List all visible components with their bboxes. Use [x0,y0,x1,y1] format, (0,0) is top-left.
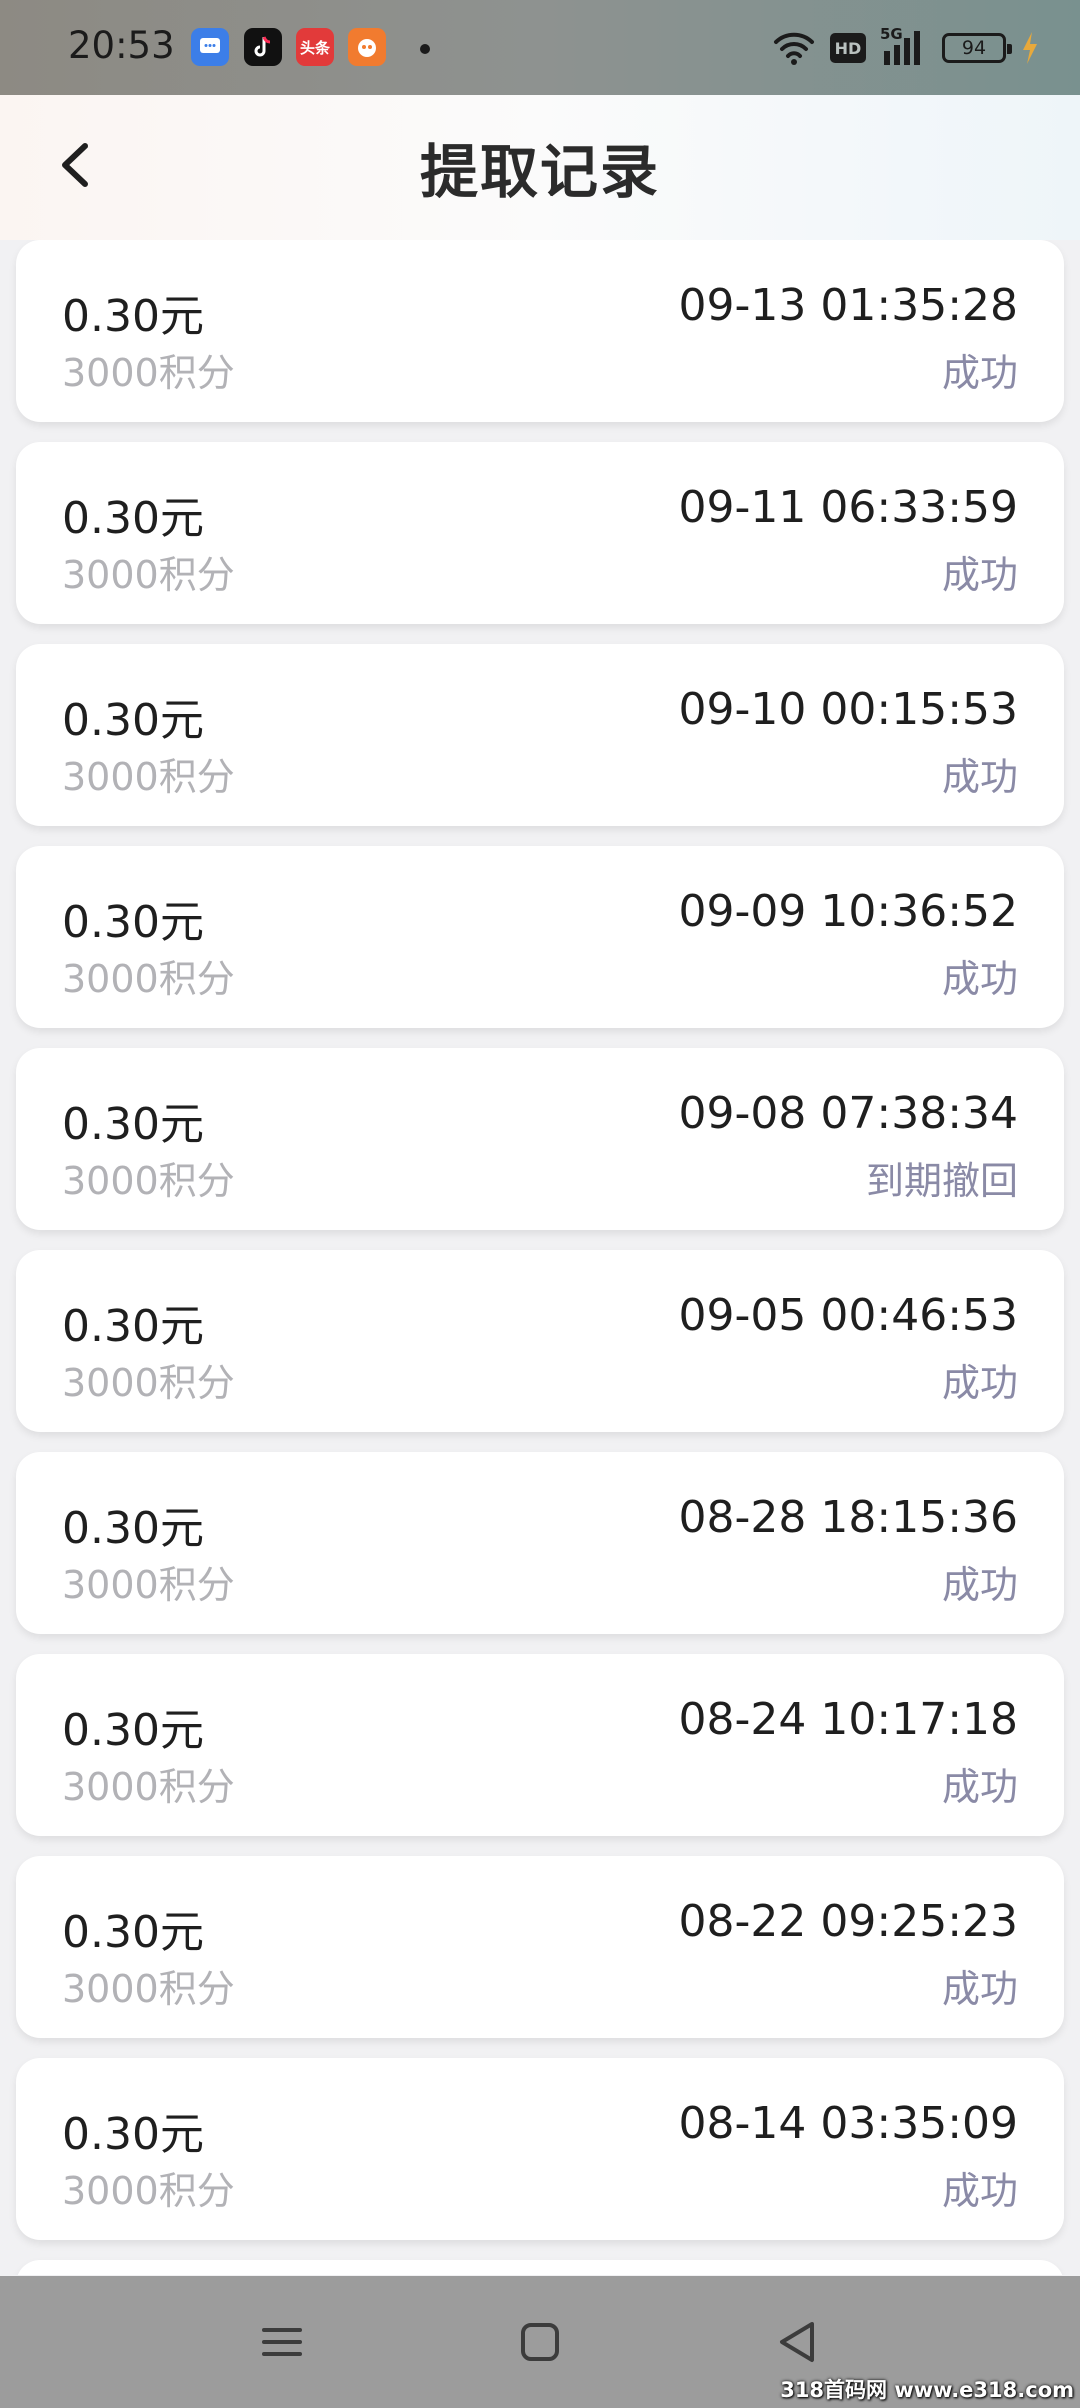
menu-icon[interactable] [254,2314,310,2370]
record-item[interactable]: 0.30元 3000积分 09-10 00:15:53 成功 [16,644,1064,826]
toutiao-icon: 头条 [296,28,334,66]
system-nav-bar: 318首码网 www.e318.com [0,2276,1080,2408]
record-time: 09-10 00:15:53 [678,684,1018,735]
record-item[interactable]: 0.30元 3000积分 08-28 18:15:36 成功 [16,1452,1064,1634]
record-status: 成功 [941,1765,1018,1809]
record-status: 成功 [941,351,1018,395]
record-time: 08-28 18:15:36 [678,1492,1018,1543]
withdrawal-record-list[interactable]: 0.30元 3000积分 09-13 01:35:28 成功 0.30元 300… [0,240,1080,2275]
record-amount: 0.30元 [62,1301,204,1352]
home-icon[interactable] [512,2314,568,2370]
record-item[interactable]: 0.30元 3000积分 08-22 09:25:23 成功 [16,1856,1064,2038]
record-points: 3000积分 [62,1563,235,1607]
record-points: 3000积分 [62,1361,235,1405]
message-app-icon [191,28,229,66]
back-triangle-icon[interactable] [770,2314,826,2370]
battery-indicator: 94 [942,33,1012,63]
record-item[interactable]: 0.30元 3000积分 08-24 10:17:18 成功 [16,1654,1064,1836]
record-time: 08-24 10:17:18 [678,1694,1018,1745]
record-status: 成功 [941,553,1018,597]
game-app-icon [348,28,386,66]
record-amount: 0.30元 [62,1907,204,1958]
page-header: 提取记录 [0,95,1080,240]
status-bar: 20:53 头条 HD 5G 94 [0,0,1080,95]
record-status: 成功 [941,1361,1018,1405]
record-amount: 0.30元 [62,1503,204,1554]
record-points: 3000积分 [62,1159,235,1203]
record-status: 成功 [941,1967,1018,2011]
record-status: 成功 [941,2169,1018,2213]
record-points: 3000积分 [62,957,235,1001]
record-points: 3000积分 [62,1967,235,2011]
record-points: 3000积分 [62,351,235,395]
signal-icon: 5G [880,25,928,67]
record-item-partial[interactable] [16,2260,1064,2275]
record-item[interactable]: 0.30元 3000积分 09-08 07:38:34 到期撤回 [16,1048,1064,1230]
record-time: 09-13 01:35:28 [678,280,1018,331]
record-amount: 0.30元 [62,1099,204,1150]
record-amount: 0.30元 [62,695,204,746]
record-amount: 0.30元 [62,291,204,342]
record-amount: 0.30元 [62,493,204,544]
record-points: 3000积分 [62,2169,235,2213]
record-points: 3000积分 [62,755,235,799]
record-time: 08-22 09:25:23 [678,1896,1018,1947]
status-time: 20:53 [68,24,175,67]
record-status: 成功 [941,957,1018,1001]
record-item[interactable]: 0.30元 3000积分 09-05 00:46:53 成功 [16,1250,1064,1432]
charging-bolt-icon [1023,32,1037,64]
record-amount: 0.30元 [62,1705,204,1756]
record-time: 09-08 07:38:34 [678,1088,1018,1139]
record-amount: 0.30元 [62,897,204,948]
record-status: 成功 [941,755,1018,799]
record-time: 08-14 03:35:09 [678,2098,1018,2149]
toutiao-label: 头条 [299,38,330,57]
record-amount: 0.30元 [62,2109,204,2160]
record-time: 09-05 00:46:53 [678,1290,1018,1341]
record-item[interactable]: 0.30元 3000积分 09-09 10:36:52 成功 [16,846,1064,1028]
watermark: 318首码网 www.e318.com [780,2378,1074,2402]
hd-badge: HD [830,33,866,63]
battery-level: 94 [961,37,987,59]
wifi-icon [774,32,814,65]
record-points: 3000积分 [62,553,235,597]
record-status: 到期撤回 [865,1159,1018,1203]
record-time: 09-11 06:33:59 [678,482,1018,533]
record-points: 3000积分 [62,1765,235,1809]
page-title: 提取记录 [419,138,660,206]
record-status: 成功 [941,1563,1018,1607]
record-item[interactable]: 0.30元 3000积分 09-13 01:35:28 成功 [16,240,1064,422]
more-notifications-dot [420,44,430,54]
record-time: 09-09 10:36:52 [678,886,1018,937]
system-indicators: HD 5G 94 [772,25,1040,70]
record-item[interactable]: 0.30元 3000积分 09-11 06:33:59 成功 [16,442,1064,624]
record-item[interactable]: 0.30元 3000积分 08-14 03:35:09 成功 [16,2058,1064,2240]
tiktok-icon [244,28,282,66]
